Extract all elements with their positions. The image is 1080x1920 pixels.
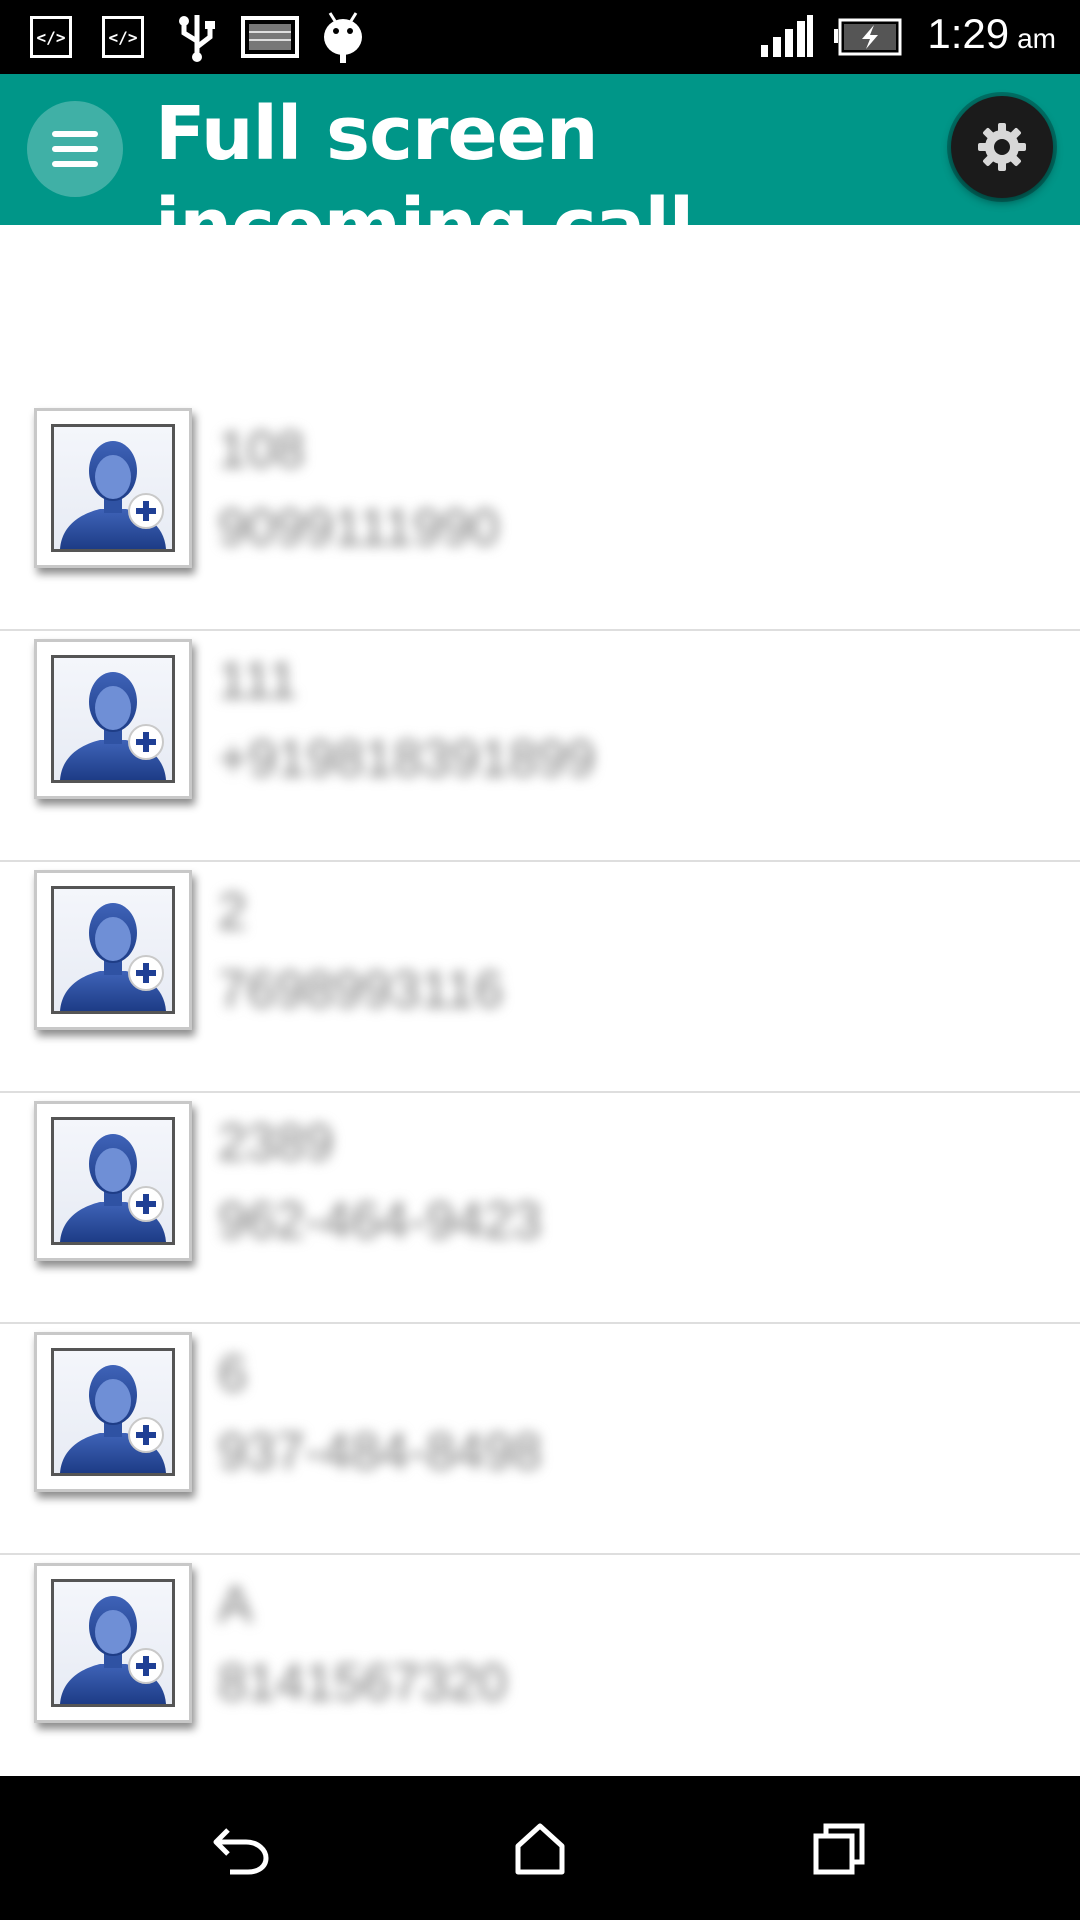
contact-row[interactable]: 2389 962-464-9423	[0, 1093, 1080, 1324]
contact-name: 111	[218, 652, 298, 710]
person-add-icon	[60, 1596, 166, 1704]
contact-name: 2389	[218, 1114, 334, 1172]
back-button[interactable]	[200, 1812, 280, 1884]
settings-button[interactable]	[951, 96, 1053, 198]
contact-number: 8141567320	[218, 1654, 508, 1712]
add-contact-avatar[interactable]	[34, 1563, 192, 1723]
status-bar: </> </> 1:29 am	[0, 0, 1080, 74]
contact-name: A	[218, 1576, 253, 1634]
home-icon	[515, 1823, 565, 1875]
contact-number: 937-484-8498	[218, 1423, 542, 1481]
battery-charging-icon	[832, 12, 902, 62]
add-contact-avatar[interactable]	[34, 870, 192, 1030]
home-button[interactable]	[500, 1812, 580, 1884]
menu-button[interactable]	[27, 101, 123, 197]
recents-button[interactable]	[800, 1812, 880, 1884]
time-text: 1:29	[927, 10, 1010, 57]
recents-icon	[813, 1823, 865, 1875]
contact-row[interactable]: 6 937-484-8498	[0, 1324, 1080, 1555]
page-title: Full screen incoming call	[155, 91, 694, 225]
code-icon: </>	[102, 12, 144, 62]
person-add-icon	[60, 1365, 166, 1473]
person-add-icon	[60, 672, 166, 780]
add-contact-avatar[interactable]	[34, 639, 192, 799]
gear-icon	[978, 123, 1026, 171]
add-contact-avatar[interactable]	[34, 1332, 192, 1492]
screenshot-icon	[240, 12, 300, 62]
navigation-bar	[0, 1776, 1080, 1920]
contact-list: 108 9099111990 111 +919818391899 2 76989…	[0, 400, 1080, 1786]
app-bar: Full screen incoming call	[0, 74, 1080, 225]
contact-row[interactable]: 2 7698993116	[0, 862, 1080, 1093]
contact-number: 7698993116	[218, 961, 504, 1019]
hamburger-menu-icon	[52, 131, 98, 167]
person-add-icon	[60, 1134, 166, 1242]
signal-icon	[756, 12, 816, 62]
contact-number: 9099111990	[218, 499, 500, 557]
usb-icon	[172, 12, 222, 62]
android-debug-icon	[318, 12, 368, 63]
clock: 1:29 am	[927, 10, 1056, 64]
code-icon: </>	[30, 12, 72, 62]
ampm-text: am	[1017, 23, 1056, 54]
back-icon	[213, 1828, 269, 1875]
contact-row[interactable]: A 8141567320	[0, 1555, 1080, 1786]
person-add-icon	[60, 903, 166, 1011]
contact-number: +919818391899	[218, 730, 596, 788]
contact-row[interactable]: 108 9099111990	[0, 400, 1080, 631]
contact-row[interactable]: 111 +919818391899	[0, 631, 1080, 862]
screen: </> </> 1:29 am Full screen 108 90991119…	[0, 0, 1080, 1920]
add-contact-avatar[interactable]	[34, 1101, 192, 1261]
person-add-icon	[60, 441, 166, 549]
contact-number: 962-464-9423	[218, 1192, 542, 1250]
contact-name: 108	[218, 421, 305, 479]
add-contact-avatar[interactable]	[34, 408, 192, 568]
contact-name: 2	[218, 883, 247, 941]
contact-name: 6	[218, 1345, 247, 1403]
